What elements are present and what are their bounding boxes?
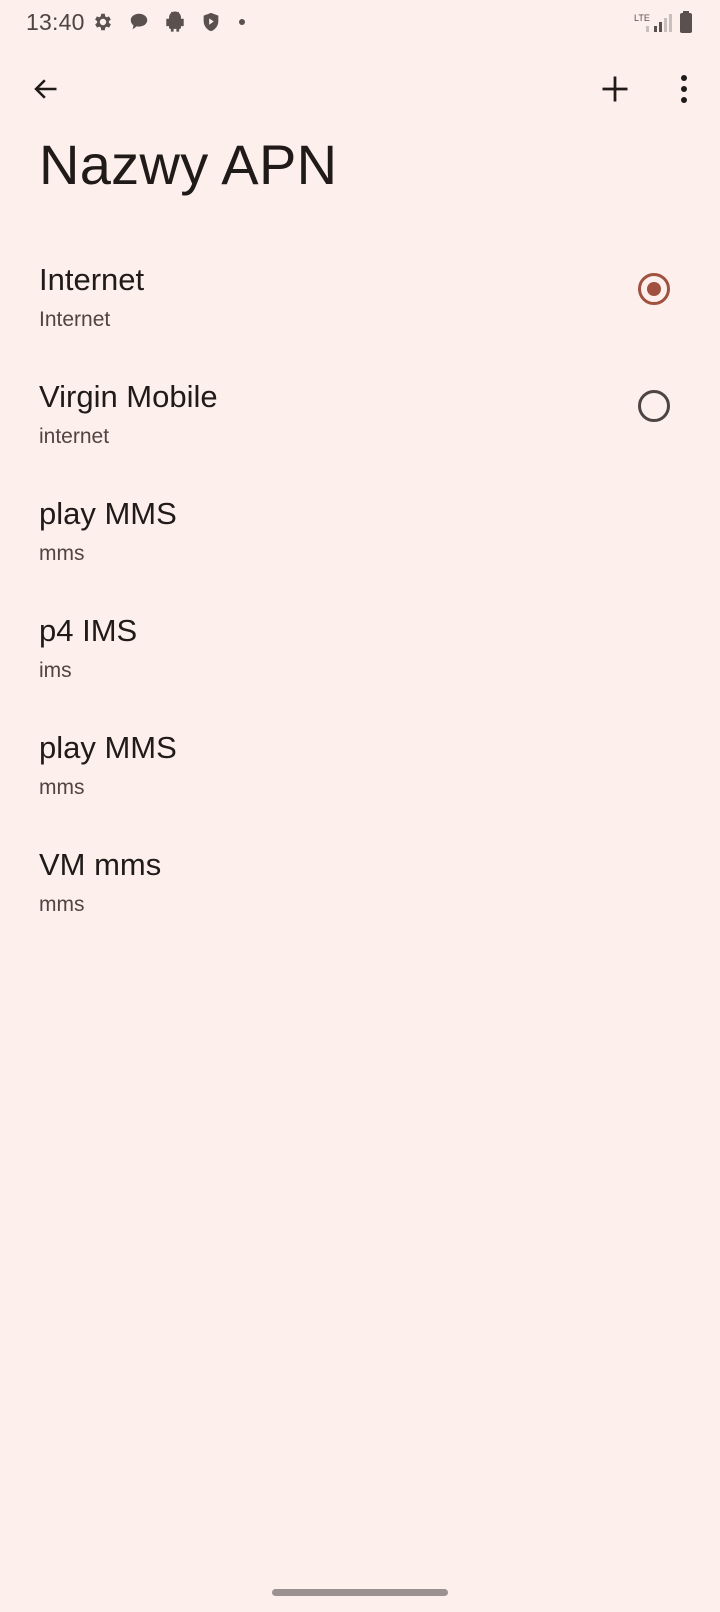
battery-icon <box>679 11 693 33</box>
chat-bubble-icon <box>128 11 150 33</box>
back-button[interactable] <box>18 63 74 119</box>
plus-icon <box>600 74 630 109</box>
apn-item[interactable]: play MMS mms <box>0 470 720 587</box>
apn-item[interactable]: p4 IMS ims <box>0 587 720 704</box>
page-title: Nazwy APN <box>39 133 338 196</box>
apn-radio[interactable] <box>638 390 670 422</box>
apn-radio-selected[interactable] <box>638 273 670 305</box>
lte-signal-icon: LTE <box>634 12 672 34</box>
play-protect-icon <box>200 11 222 33</box>
apn-name: Virgin Mobile <box>39 379 218 414</box>
apn-item[interactable]: play MMS mms <box>0 704 720 821</box>
android-icon <box>165 11 185 33</box>
settings-icon <box>92 11 114 33</box>
apn-item[interactable]: Internet Internet <box>0 236 720 353</box>
status-bar: 13:40 LTE <box>0 0 720 46</box>
status-time: 13:40 <box>26 9 85 35</box>
apn-list: Internet Internet Virgin Mobile internet… <box>0 236 720 938</box>
apn-name: Internet <box>39 262 145 297</box>
apn-value: Internet <box>39 308 111 331</box>
more-vert-icon <box>679 74 689 109</box>
apn-value: ims <box>39 659 72 682</box>
top-app-bar <box>0 60 720 124</box>
apn-item[interactable]: Virgin Mobile internet <box>0 353 720 470</box>
apn-name: play MMS <box>39 730 177 765</box>
apn-value: mms <box>39 542 85 565</box>
add-apn-button[interactable] <box>587 63 643 119</box>
notification-dot-icon <box>238 18 246 26</box>
apn-item[interactable]: VM mms mms <box>0 821 720 938</box>
arrow-back-icon <box>32 75 60 108</box>
apn-value: mms <box>39 893 85 916</box>
network-label: LTE <box>634 13 650 23</box>
apn-name: play MMS <box>39 496 177 531</box>
home-gesture-handle[interactable] <box>272 1589 448 1596</box>
apn-name: p4 IMS <box>39 613 138 648</box>
more-options-button[interactable] <box>656 63 712 119</box>
radio-dot <box>647 282 661 296</box>
apn-name: VM mms <box>39 847 162 882</box>
apn-value: internet <box>39 425 110 448</box>
apn-value: mms <box>39 776 85 799</box>
